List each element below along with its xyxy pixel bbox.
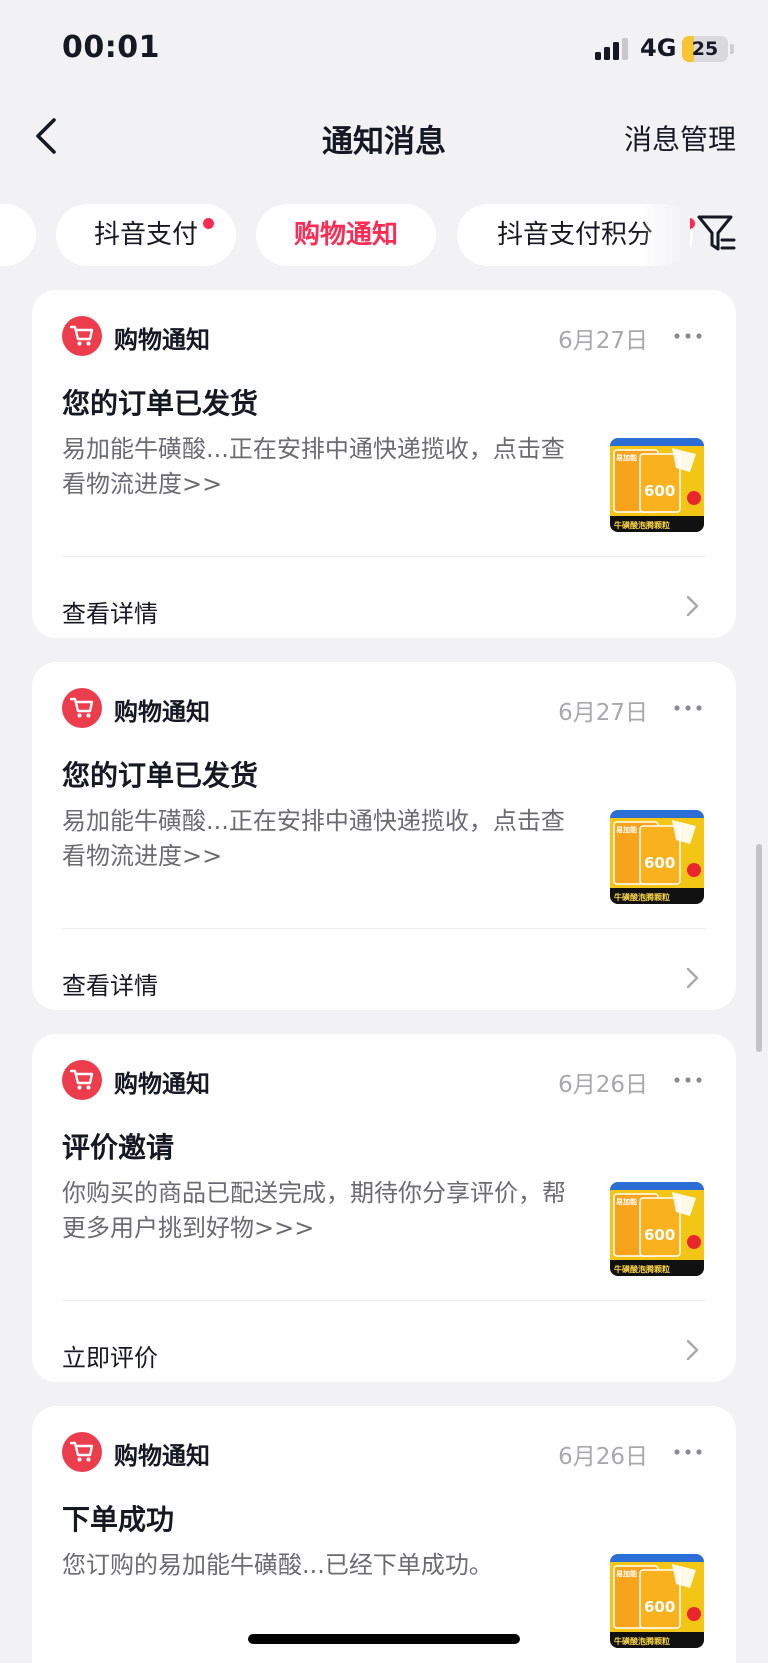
tab-chip[interactable] [0,204,36,266]
card-title: 评价邀请 [62,1131,175,1164]
battery-level: 25 [691,38,719,60]
card-header: 购物通知 6月27日 [62,688,706,728]
rate-now-link[interactable]: 立即评价 [62,1338,158,1373]
card-title: 下单成功 [62,1503,175,1536]
cart-icon [62,1432,102,1472]
product-thumbnail[interactable]: 易加能 600 牛磺酸泡腾颗粒 [610,438,704,532]
card-source: 购物通知 [114,1442,210,1470]
card-source: 购物通知 [114,1070,210,1098]
svg-text:易加能: 易加能 [616,1197,637,1206]
card-body: 您订购的易加能牛磺酸...已经下单成功。 [62,1551,493,1579]
product-thumbnail[interactable]: 易加能 600 牛磺酸泡腾颗粒 [610,1182,704,1276]
notification-card[interactable]: 购物通知 6月27日 您的订单已发货 易加能牛磺酸...正在安排中通快递揽收，点… [32,290,736,638]
tab-douyin-pay[interactable]: 抖音支付 [56,204,236,266]
chevron-right-icon [686,967,699,989]
svg-text:易加能: 易加能 [616,453,637,462]
chevron-right-icon [686,1339,699,1361]
svg-text:牛磺酸泡腾颗粒: 牛磺酸泡腾颗粒 [614,520,670,530]
chevron-right-icon [686,595,699,617]
battery-icon: 25 [682,36,728,62]
card-date: 6月26日 [558,1072,648,1098]
notification-card[interactable]: 购物通知 6月26日 评价邀请 你购买的商品已配送完成，期待你分享评价，帮更多用… [32,1034,736,1382]
signal-icon [595,38,628,60]
filter-icon[interactable] [696,213,736,255]
more-options-icon[interactable] [674,333,702,339]
tabs-fade [640,200,690,270]
card-body: 易加能牛磺酸...正在安排中通快递揽收，点击查看物流进度>> [62,807,565,870]
unread-dot [203,218,214,229]
card-title: 您的订单已发货 [62,759,259,792]
card-body: 你购买的商品已配送完成，期待你分享评价，帮更多用户挑到好物>>> [62,1179,566,1242]
cart-icon [62,688,102,728]
product-thumbnail[interactable]: 易加能 600 牛磺酸泡腾颗粒 [610,810,704,904]
divider [62,556,706,557]
scrollbar[interactable] [756,844,762,1052]
view-details-link[interactable]: 查看详情 [62,594,158,629]
cart-icon [62,316,102,356]
product-thumbnail[interactable]: 易加能 600 牛磺酸泡腾颗粒 [610,1554,704,1648]
status-time: 00:01 [62,30,160,65]
more-options-icon[interactable] [674,1449,702,1455]
card-title: 您的订单已发货 [62,387,259,420]
card-header: 购物通知 6月27日 [62,316,706,356]
svg-text:牛磺酸泡腾颗粒: 牛磺酸泡腾颗粒 [614,892,670,902]
status-bar: 00:01 4G 25 [0,0,768,96]
divider [62,1300,706,1301]
nav-bar: 通知消息 消息管理 [0,96,768,176]
svg-text:600: 600 [644,482,675,500]
card-body: 易加能牛磺酸...正在安排中通快递揽收，点击查看物流进度>> [62,435,565,498]
svg-text:牛磺酸泡腾颗粒: 牛磺酸泡腾颗粒 [614,1636,670,1646]
svg-text:600: 600 [644,854,675,872]
card-source: 购物通知 [114,698,210,726]
card-header: 购物通知 6月26日 [62,1432,706,1472]
more-options-icon[interactable] [674,1077,702,1083]
card-source: 购物通知 [114,326,210,354]
view-details-link[interactable]: 查看详情 [62,966,158,1001]
battery-tip [730,44,734,54]
card-date: 6月26日 [558,1444,648,1470]
notification-card[interactable]: 购物通知 6月26日 下单成功 您订购的易加能牛磺酸...已经下单成功。 易加能… [32,1406,736,1663]
divider [62,928,706,929]
network-type: 4G [640,34,677,62]
svg-text:易加能: 易加能 [616,1569,637,1578]
more-options-icon[interactable] [674,705,702,711]
svg-text:牛磺酸泡腾颗粒: 牛磺酸泡腾颗粒 [614,1264,670,1274]
svg-text:600: 600 [644,1598,675,1616]
svg-text:600: 600 [644,1226,675,1244]
cart-icon [62,1060,102,1100]
card-header: 购物通知 6月26日 [62,1060,706,1100]
category-tabs: 抖音支付 购物通知 抖音支付积分 [0,200,768,270]
svg-text:易加能: 易加能 [616,825,637,834]
notification-card[interactable]: 购物通知 6月27日 您的订单已发货 易加能牛磺酸...正在安排中通快递揽收，点… [32,662,736,1010]
card-date: 6月27日 [558,700,648,726]
tab-shopping-notice[interactable]: 购物通知 [256,204,436,266]
card-date: 6月27日 [558,328,648,354]
home-indicator[interactable] [248,1634,520,1644]
message-settings-button[interactable]: 消息管理 [624,118,736,158]
